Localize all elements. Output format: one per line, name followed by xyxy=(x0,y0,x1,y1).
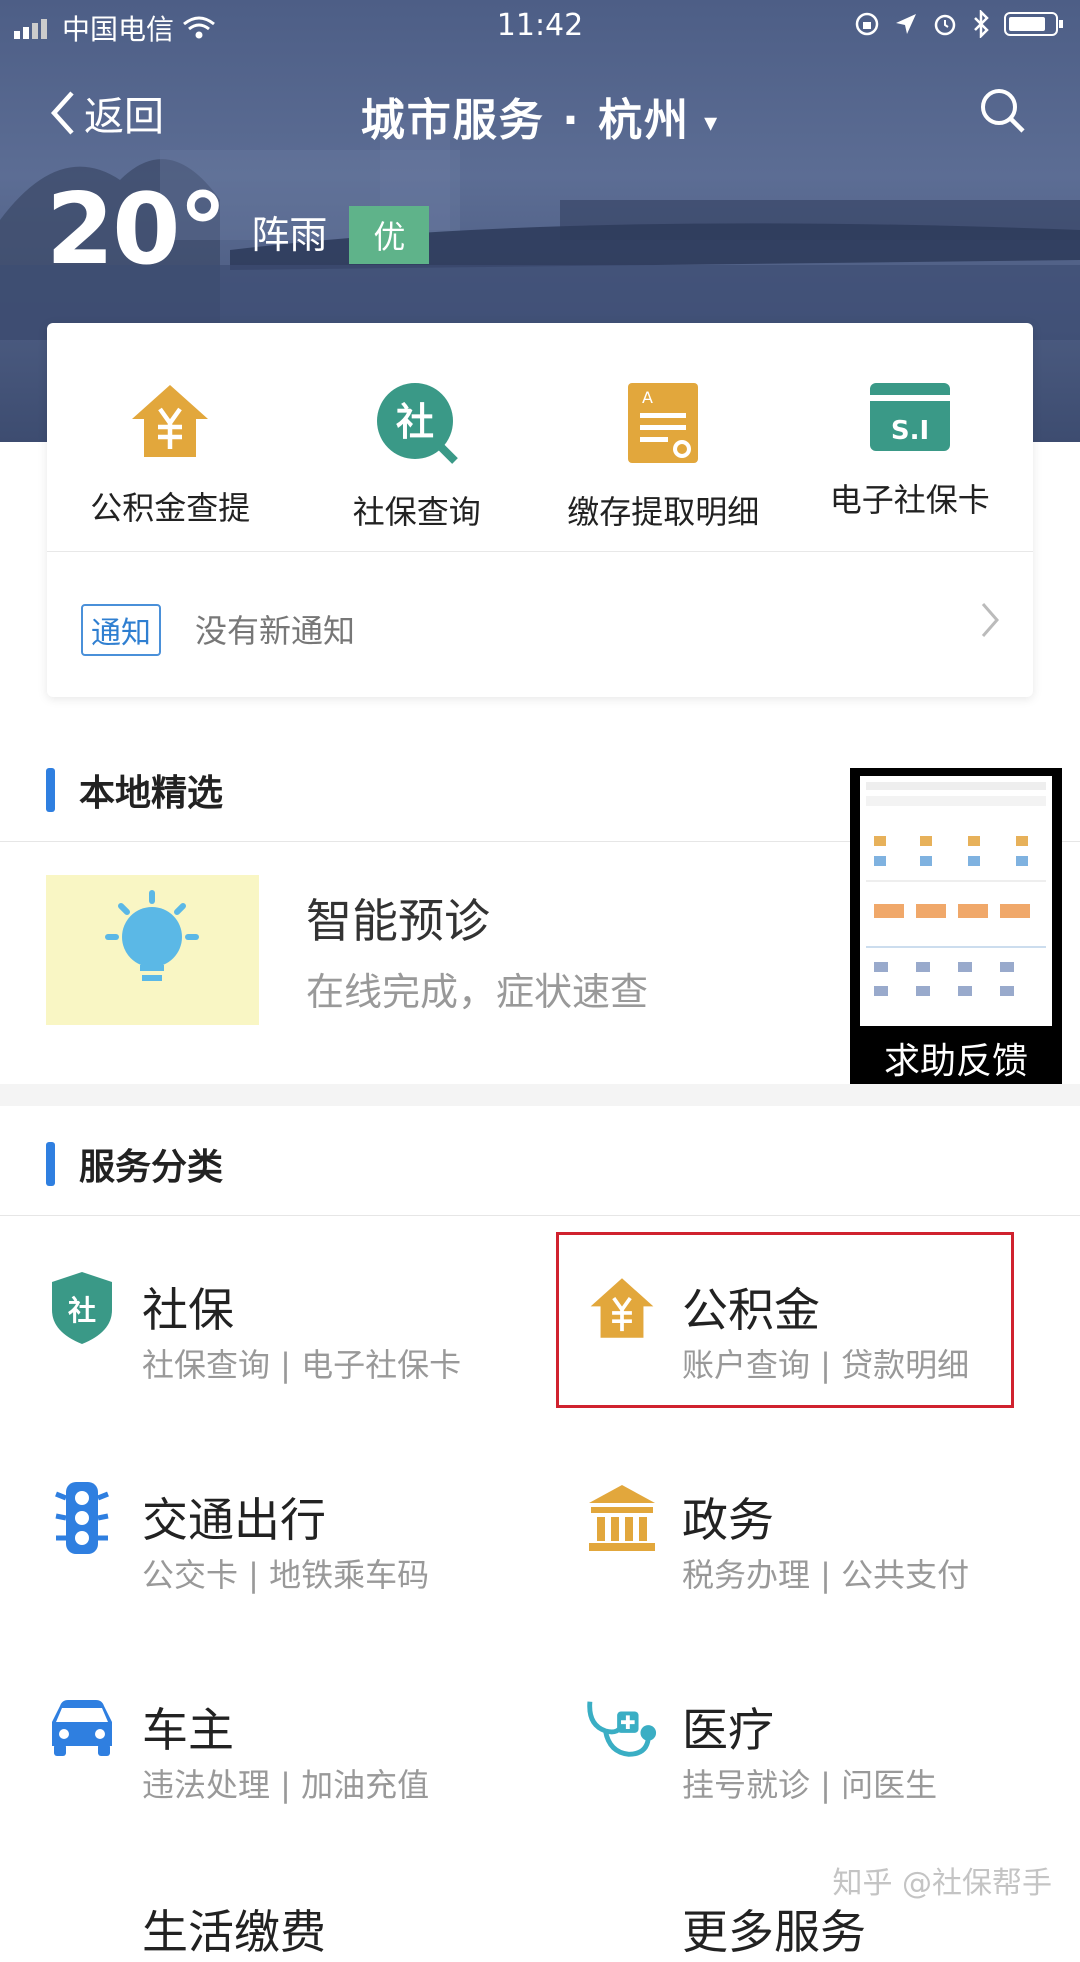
notice-bar[interactable]: 通知 没有新通知 xyxy=(47,552,1033,697)
screenshot-preview xyxy=(860,776,1052,1026)
category-housing-fund[interactable]: 公积金 账户查询 | 贷款明细 xyxy=(540,1218,1040,1408)
shield-icon: 社 xyxy=(52,1272,112,1344)
section-accent-bar xyxy=(46,1142,55,1186)
svg-text:A: A xyxy=(642,388,653,407)
battery-icon xyxy=(1004,12,1063,36)
section-title-text: 本地精选 xyxy=(79,773,224,814)
category-more-services-partial[interactable]: 更多服务 xyxy=(682,1896,866,1962)
social-security-search-icon: 社 xyxy=(376,383,458,464)
category-social-security[interactable]: 社 社保 社保查询 | 电子社保卡 xyxy=(0,1218,500,1408)
svg-text:S.I: S.I xyxy=(891,416,929,446)
category-car-owner[interactable]: 车主 违法处理 | 加油充值 xyxy=(0,1638,500,1828)
stethoscope-icon xyxy=(587,1701,657,1757)
category-subtitle: 账户查询 | 贷款明细 xyxy=(682,1346,970,1384)
traffic-light-icon xyxy=(55,1482,109,1554)
page-title: 城市服务 · 杭州 xyxy=(360,95,691,146)
category-title: 政务 xyxy=(682,1493,774,1547)
divider xyxy=(0,1215,1080,1216)
location-icon xyxy=(896,14,916,34)
status-bar: 中国电信 11:42 xyxy=(0,0,1080,54)
government-building-icon xyxy=(589,1485,655,1551)
quick-action-e-si-card[interactable]: S.I 电子社保卡 xyxy=(787,323,1034,551)
weather-condition: 阵雨 xyxy=(251,213,328,257)
category-title: 社保 xyxy=(142,1283,234,1337)
section-title-text: 服务分类 xyxy=(79,1147,224,1188)
quick-action-label: 社保查询 xyxy=(352,493,481,531)
section-title-categories: 服务分类 xyxy=(46,1138,223,1190)
category-subtitle: 税务办理 | 公共支付 xyxy=(682,1556,970,1594)
quick-action-housing-fund[interactable]: 公积金查提 xyxy=(47,323,294,551)
section-accent-bar xyxy=(46,768,55,812)
search-button[interactable] xyxy=(978,86,1028,140)
quick-action-social-security[interactable]: 社 社保查询 xyxy=(294,323,541,551)
alarm-icon xyxy=(934,14,956,36)
feedback-screenshot-thumbnail[interactable]: 求助反馈 xyxy=(850,768,1062,1092)
quick-action-label: 缴存提取明细 xyxy=(567,493,760,531)
city-selector[interactable]: 城市服务 · 杭州 ▾ xyxy=(0,84,1080,148)
category-life-payment-partial[interactable]: 生活缴费 xyxy=(142,1896,326,1962)
category-subtitle: 违法处理 | 加油充值 xyxy=(142,1766,430,1804)
weather-widget: 20° 阵雨 优 xyxy=(46,173,430,287)
svg-text:社: 社 xyxy=(68,1294,96,1327)
category-subtitle: 社保查询 | 电子社保卡 xyxy=(142,1346,462,1384)
featured-title: 智能预诊 xyxy=(306,894,490,948)
temperature: 20° xyxy=(46,173,227,287)
quick-actions-card: 公积金查提 社 社保查询 A 缴存提取明细 S.I 电子社保卡 通知 没有新通知 xyxy=(47,323,1033,697)
category-subtitle: 公交卡 | 地铁乘车码 xyxy=(142,1556,430,1594)
car-icon xyxy=(52,1700,112,1756)
category-title: 交通出行 xyxy=(142,1493,326,1547)
section-title-local: 本地精选 xyxy=(46,764,223,816)
house-yuan-icon xyxy=(132,385,209,457)
si-card-icon: S.I xyxy=(869,383,950,451)
chevron-right-icon xyxy=(981,603,999,637)
featured-subtitle: 在线完成，症状速查 xyxy=(306,970,649,1014)
notice-text: 没有新通知 xyxy=(195,612,356,650)
category-government[interactable]: 政务 税务办理 | 公共支付 xyxy=(540,1428,1040,1618)
category-title: 车主 xyxy=(142,1703,234,1757)
lightbulb-icon xyxy=(105,890,199,981)
section-gap xyxy=(0,1084,1080,1106)
dropdown-caret-icon: ▾ xyxy=(704,108,720,138)
search-icon xyxy=(981,89,1025,133)
document-icon: A xyxy=(628,383,699,463)
category-subtitle: 挂号就诊 | 问医生 xyxy=(682,1766,938,1804)
featured-image xyxy=(46,875,259,1025)
bluetooth-icon xyxy=(974,10,989,38)
feedback-label: 求助反馈 xyxy=(883,1041,1028,1082)
notice-tag: 通知 xyxy=(81,604,161,656)
category-medical[interactable]: 医疗 挂号就诊 | 问医生 xyxy=(540,1638,1040,1828)
category-title: 公积金 xyxy=(682,1283,820,1337)
screenshot-preview-graphic xyxy=(866,782,1046,996)
category-transport[interactable]: 交通出行 公交卡 | 地铁乘车码 xyxy=(0,1428,500,1618)
nav-bar: 返回 城市服务 · 杭州 ▾ xyxy=(0,78,1080,148)
quick-action-label: 公积金查提 xyxy=(90,489,251,527)
rotation-lock-icon xyxy=(855,12,879,36)
aqi-badge: 优 xyxy=(349,206,430,264)
watermark: 知乎 @社保帮手 xyxy=(832,1866,1052,1901)
svg-text:社: 社 xyxy=(396,400,434,444)
quick-action-deposit-detail[interactable]: A 缴存提取明细 xyxy=(540,323,787,551)
quick-action-label: 电子社保卡 xyxy=(829,481,990,519)
house-yuan-icon xyxy=(590,1278,654,1338)
category-title: 医疗 xyxy=(682,1703,774,1757)
